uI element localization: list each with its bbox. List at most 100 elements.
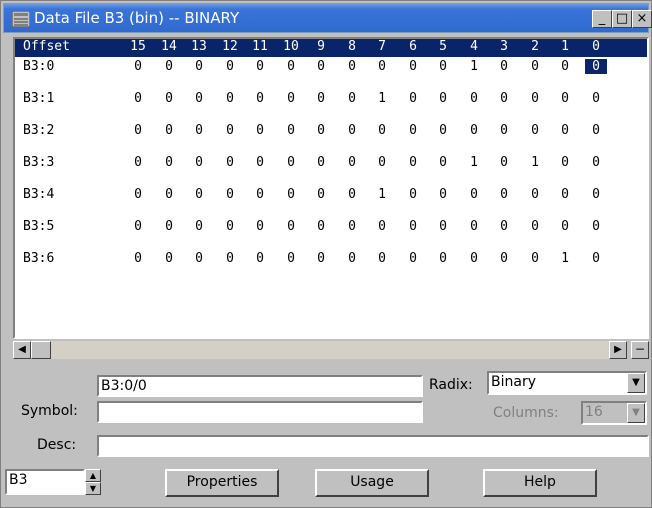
bit-cell[interactable]: 0	[280, 187, 302, 202]
bit-cell[interactable]: 0	[280, 91, 302, 106]
bit-cell[interactable]: 0	[219, 155, 241, 170]
bit-cell[interactable]: 0	[463, 187, 485, 202]
table-row[interactable]: B3:3 0 0 0 0 0 0 0 0 0 0 0 1 0 1 0 0	[15, 155, 647, 173]
bit-cell[interactable]: 0	[249, 219, 271, 234]
bit-cell[interactable]: 0	[493, 155, 515, 170]
table-row[interactable]: B3:6 0 0 0 0 0 0 0 0 0 0 0 0 0 0 1 0	[15, 251, 647, 269]
bit-cell[interactable]: 0	[219, 59, 241, 74]
bit-cell[interactable]: 0	[524, 91, 546, 106]
bit-cell[interactable]: 0	[554, 219, 576, 234]
table-row[interactable]: B3:2 0 0 0 0 0 0 0 0 0 0 0 0 0 0 0 0	[15, 123, 647, 141]
bit-cell[interactable]: 0	[341, 251, 363, 266]
scroll-right-icon[interactable]: ▶	[609, 341, 627, 359]
bit-cell[interactable]: 0	[249, 187, 271, 202]
bit-cell[interactable]: 0	[158, 155, 180, 170]
bit-cell[interactable]: 0	[463, 219, 485, 234]
bit-cell[interactable]: 0	[341, 59, 363, 74]
bit-cell[interactable]: 0	[493, 123, 515, 138]
bit-cell[interactable]: 1	[371, 91, 393, 106]
bit-cell[interactable]: 0	[463, 251, 485, 266]
bit-cell[interactable]: 0	[158, 123, 180, 138]
bit-cell[interactable]: 0	[371, 155, 393, 170]
table-row[interactable]: B3:5 0 0 0 0 0 0 0 0 0 0 0 0 0 0 0 0	[15, 219, 647, 237]
bit-cell[interactable]: 0	[280, 155, 302, 170]
bit-cell[interactable]: 0	[371, 123, 393, 138]
bit-cell[interactable]: 0	[402, 251, 424, 266]
bit-cell[interactable]: 0	[341, 155, 363, 170]
bit-cell[interactable]: 0	[554, 155, 576, 170]
bit-cell[interactable]: 0	[127, 155, 149, 170]
description-field[interactable]	[97, 435, 649, 457]
bit-cell[interactable]: 0	[371, 219, 393, 234]
bit-cell[interactable]: 0	[463, 91, 485, 106]
split-window-button[interactable]: −	[631, 341, 649, 359]
address-field[interactable]: B3:0/0	[97, 375, 423, 397]
bit-cell[interactable]: 1	[463, 59, 485, 74]
bit-cell[interactable]: 0	[127, 187, 149, 202]
bit-cell[interactable]: 0	[585, 251, 607, 266]
bit-cell[interactable]: 0	[280, 59, 302, 74]
spin-up-icon[interactable]: ▲	[85, 469, 101, 482]
bit-cell[interactable]: 0	[584, 58, 608, 75]
bit-cell[interactable]: 0	[127, 251, 149, 266]
bit-cell[interactable]: 0	[127, 91, 149, 106]
bit-cell[interactable]: 0	[341, 187, 363, 202]
bit-cell[interactable]: 0	[432, 155, 454, 170]
file-number-spinner[interactable]: ▲ ▼	[85, 469, 101, 495]
bit-cell[interactable]: 0	[585, 155, 607, 170]
bit-cell[interactable]: 0	[585, 187, 607, 202]
chevron-down-icon[interactable]: ▼	[627, 373, 645, 393]
bit-cell[interactable]: 0	[463, 123, 485, 138]
horizontal-scrollbar[interactable]: ◀ ▶	[13, 341, 627, 359]
table-row[interactable]: B3:4 0 0 0 0 0 0 0 0 1 0 0 0 0 0 0 0	[15, 187, 647, 205]
bit-cell[interactable]: 0	[249, 123, 271, 138]
bit-cell[interactable]: 0	[341, 219, 363, 234]
bit-cell[interactable]: 1	[554, 251, 576, 266]
bit-cell[interactable]: 0	[280, 251, 302, 266]
bit-cell[interactable]: 1	[371, 187, 393, 202]
bit-cell[interactable]: 0	[219, 187, 241, 202]
bit-cell[interactable]: 0	[493, 219, 515, 234]
scroll-left-icon[interactable]: ◀	[13, 341, 31, 359]
scrollbar-thumb[interactable]	[31, 341, 51, 359]
bit-cell[interactable]: 0	[402, 91, 424, 106]
bit-cell[interactable]: 0	[432, 59, 454, 74]
bit-cell[interactable]: 0	[158, 187, 180, 202]
data-grid[interactable]: Offset 15 14 13 12 11 10 9 8 7 6 5 4 3 2 1 0 B3:0 0 0 0 0 0 0…	[13, 37, 649, 339]
table-row[interactable]: B3:1 0 0 0 0 0 0 0 0 1 0 0 0 0 0 0 0	[15, 91, 647, 109]
bit-cell[interactable]: 0	[188, 155, 210, 170]
bit-cell[interactable]: 0	[493, 91, 515, 106]
bit-cell[interactable]: 0	[310, 123, 332, 138]
help-button[interactable]: Help	[483, 469, 597, 497]
bit-cell[interactable]: 0	[341, 123, 363, 138]
bit-cell[interactable]: 0	[432, 187, 454, 202]
bit-cell[interactable]: 0	[493, 59, 515, 74]
bit-cell[interactable]: 0	[280, 123, 302, 138]
bit-cell[interactable]: 0	[188, 123, 210, 138]
bit-cell[interactable]: 0	[402, 59, 424, 74]
bit-cell[interactable]: 0	[280, 219, 302, 234]
spin-down-icon[interactable]: ▼	[85, 482, 101, 495]
bit-cell[interactable]: 0	[219, 123, 241, 138]
bit-cell[interactable]: 0	[402, 219, 424, 234]
bit-cell[interactable]: 0	[402, 187, 424, 202]
bit-cell[interactable]: 0	[493, 187, 515, 202]
bit-cell[interactable]: 0	[310, 251, 332, 266]
close-button[interactable]: ×	[632, 10, 652, 28]
bit-cell[interactable]: 0	[188, 91, 210, 106]
bit-cell[interactable]: 0	[432, 91, 454, 106]
bit-cell[interactable]: 0	[249, 91, 271, 106]
file-number-field[interactable]: B3	[5, 469, 85, 495]
bit-cell[interactable]: 0	[402, 155, 424, 170]
title-bar[interactable]: Data File B3 (bin) -- BINARY _ □ ×	[3, 3, 652, 33]
bit-cell[interactable]: 0	[127, 219, 149, 234]
bit-cell[interactable]: 0	[249, 155, 271, 170]
bit-cell[interactable]: 0	[524, 123, 546, 138]
bit-cell[interactable]: 0	[158, 251, 180, 266]
bit-cell[interactable]: 0	[432, 123, 454, 138]
bit-cell[interactable]: 0	[402, 123, 424, 138]
bit-cell[interactable]: 0	[219, 251, 241, 266]
properties-button[interactable]: Properties	[165, 469, 279, 497]
bit-cell[interactable]: 0	[158, 59, 180, 74]
bit-cell[interactable]: 0	[219, 219, 241, 234]
